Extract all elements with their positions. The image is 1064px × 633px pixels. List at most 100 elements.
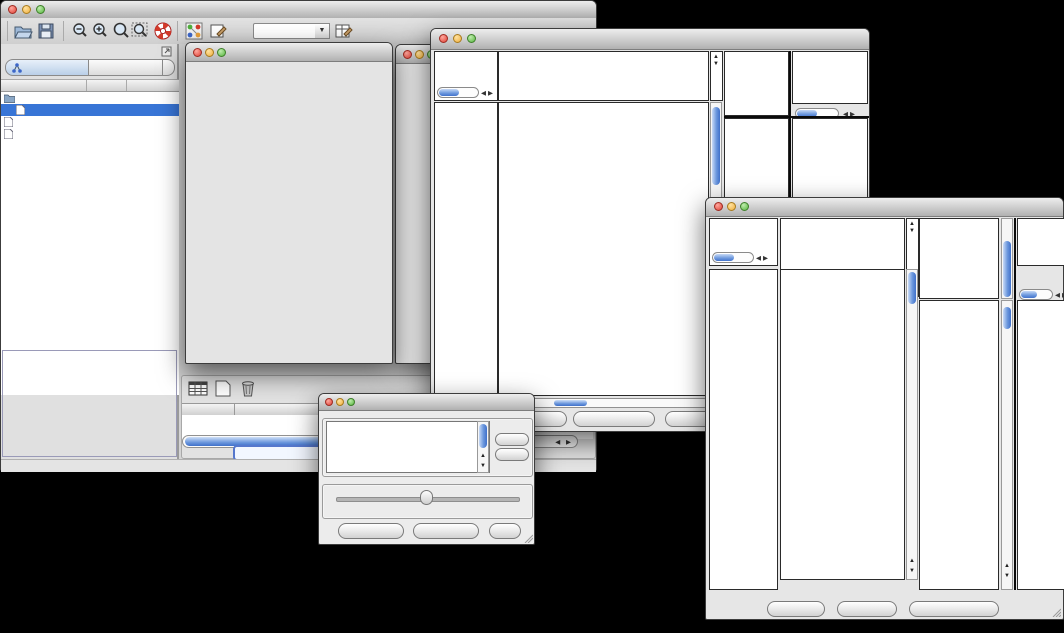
close-button[interactable]: [8, 5, 17, 14]
zoom-selected-icon[interactable]: [111, 22, 131, 40]
gene-dendrogram-panel[interactable]: [434, 102, 498, 396]
zoom-window-button[interactable]: [740, 202, 749, 211]
vizmap-nodes-icon[interactable]: [185, 22, 203, 40]
gene-dendrogram-panel[interactable]: [709, 269, 778, 590]
status-scrollbar[interactable]: [437, 87, 479, 98]
scroll-thumb[interactable]: [712, 107, 720, 185]
titlebar[interactable]: [431, 29, 869, 50]
labels-vscrollbar[interactable]: [1001, 218, 1013, 299]
tab-network[interactable]: [5, 59, 89, 76]
scroll-up-arrow[interactable]: ▲: [1004, 563, 1010, 570]
edit-annotation-icon[interactable]: [209, 22, 227, 40]
network-canvas[interactable]: [187, 62, 393, 364]
scroll-down-arrow[interactable]: ▼: [1004, 573, 1010, 580]
close-button[interactable]: [325, 398, 333, 406]
zoom-out-icon[interactable]: [71, 22, 89, 40]
scroll-down-arrow[interactable]: ▼: [713, 61, 719, 68]
network-tab-icon: [12, 63, 22, 73]
close-button[interactable]: [193, 48, 202, 57]
close-button[interactable]: [439, 34, 448, 43]
scroll-down-arrow[interactable]: ▼: [909, 568, 915, 575]
zoom-matrix-panel[interactable]: [724, 118, 789, 198]
scroll-up-arrow[interactable]: ▲: [909, 221, 915, 228]
attribute-select-icon[interactable]: [188, 380, 208, 397]
zoom-window-button[interactable]: [467, 34, 476, 43]
network-row-4[interactable]: [1, 128, 179, 140]
save-session-icon[interactable]: [37, 22, 55, 40]
export-graphics-button[interactable]: [573, 411, 655, 427]
speed-slider-thumb[interactable]: [420, 490, 433, 505]
similarity-matrix[interactable]: [731, 120, 783, 172]
scroll-arrows[interactable]: ◀▶: [756, 253, 770, 264]
search-dropdown-button[interactable]: ▼: [315, 23, 330, 39]
close-button[interactable]: [714, 202, 723, 211]
help-lifering-icon[interactable]: [153, 21, 173, 41]
minimize-button[interactable]: [205, 48, 214, 57]
float-panel-icon[interactable]: [161, 46, 172, 57]
resize-grip[interactable]: [1051, 607, 1061, 617]
tab-more-button[interactable]: [163, 59, 175, 76]
search-input[interactable]: [253, 23, 317, 39]
minimize-button[interactable]: [727, 202, 736, 211]
scroll-arrows[interactable]: ◀ ▶: [555, 437, 573, 448]
create-vizmap-button[interactable]: [413, 523, 479, 539]
scroll-thumb[interactable]: [439, 89, 459, 96]
network-row-1[interactable]: [1, 92, 179, 104]
done-button[interactable]: [489, 523, 521, 539]
close-button[interactable]: [403, 50, 412, 59]
scroll-up-arrow[interactable]: ▲: [713, 54, 719, 61]
minimize-button[interactable]: [415, 50, 424, 59]
minimize-button[interactable]: [22, 5, 31, 14]
scroll-thumb[interactable]: [908, 272, 916, 304]
main-titlebar[interactable]: [1, 1, 596, 19]
control-panel: [1, 44, 179, 459]
resize-grip[interactable]: [524, 534, 533, 543]
scroll-thumb[interactable]: [714, 254, 734, 261]
scroll-thumb[interactable]: [1003, 241, 1011, 297]
scroll-up-arrow[interactable]: ▲: [909, 558, 915, 565]
zoom-window-button[interactable]: [347, 398, 355, 406]
scroll-thumb[interactable]: [479, 424, 487, 448]
export-graphics-button[interactable]: [909, 601, 999, 617]
strip-vscrollbar[interactable]: ▲ ▼: [906, 269, 918, 580]
minimize-button[interactable]: [453, 34, 462, 43]
delete-attribute-icon[interactable]: [240, 379, 256, 397]
titlebar[interactable]: [186, 43, 392, 62]
zoom-heatmap-panel[interactable]: [919, 300, 999, 590]
titlebar[interactable]: [319, 394, 534, 411]
attribute-table-icon[interactable]: [335, 22, 353, 40]
scroll-thumb[interactable]: [554, 400, 587, 406]
status-scrollbar[interactable]: [712, 252, 754, 263]
zoom-in-icon[interactable]: [91, 22, 109, 40]
move-down-button[interactable]: [495, 448, 529, 461]
settings-button[interactable]: [767, 601, 825, 617]
save-data-button[interactable]: [837, 601, 897, 617]
scroll-down-arrow[interactable]: ▼: [909, 228, 915, 235]
hints-scrollbar[interactable]: [1019, 289, 1053, 300]
move-up-button[interactable]: [495, 433, 529, 446]
open-session-icon[interactable]: [13, 22, 33, 40]
scroll-arrows[interactable]: ◀▶: [481, 88, 495, 99]
network-row-3[interactable]: [1, 116, 179, 128]
array-dendrogram-panel[interactable]: [498, 51, 709, 101]
new-attribute-icon[interactable]: [215, 380, 231, 397]
minimize-button[interactable]: [336, 398, 344, 406]
map-colors-dialog: ▲ ▼: [318, 393, 535, 545]
dendrogram-scroll-stub[interactable]: ▲ ▼: [710, 51, 723, 101]
zoom-fit-icon[interactable]: [131, 22, 151, 40]
heatmap-panel[interactable]: [498, 102, 709, 396]
scroll-up-arrow[interactable]: ▲: [480, 453, 486, 460]
birdseye-view[interactable]: [2, 350, 177, 457]
zoom-window-button[interactable]: [217, 48, 226, 57]
list-vscrollbar[interactable]: ▲ ▼: [477, 421, 489, 473]
scroll-thumb[interactable]: [1021, 291, 1037, 298]
zoom-vscrollbar[interactable]: ▲ ▼: [1001, 300, 1013, 590]
zoom-window-button[interactable]: [36, 5, 45, 14]
scroll-thumb[interactable]: [1003, 307, 1011, 329]
heatmap-strip-panel[interactable]: [780, 269, 905, 580]
scroll-down-arrow[interactable]: ▼: [480, 463, 486, 470]
animate-vizmap-button[interactable]: [338, 523, 404, 539]
titlebar[interactable]: [706, 198, 1063, 217]
network-row-2-selected[interactable]: [1, 104, 179, 116]
tab-vizmapper[interactable]: [89, 59, 163, 76]
